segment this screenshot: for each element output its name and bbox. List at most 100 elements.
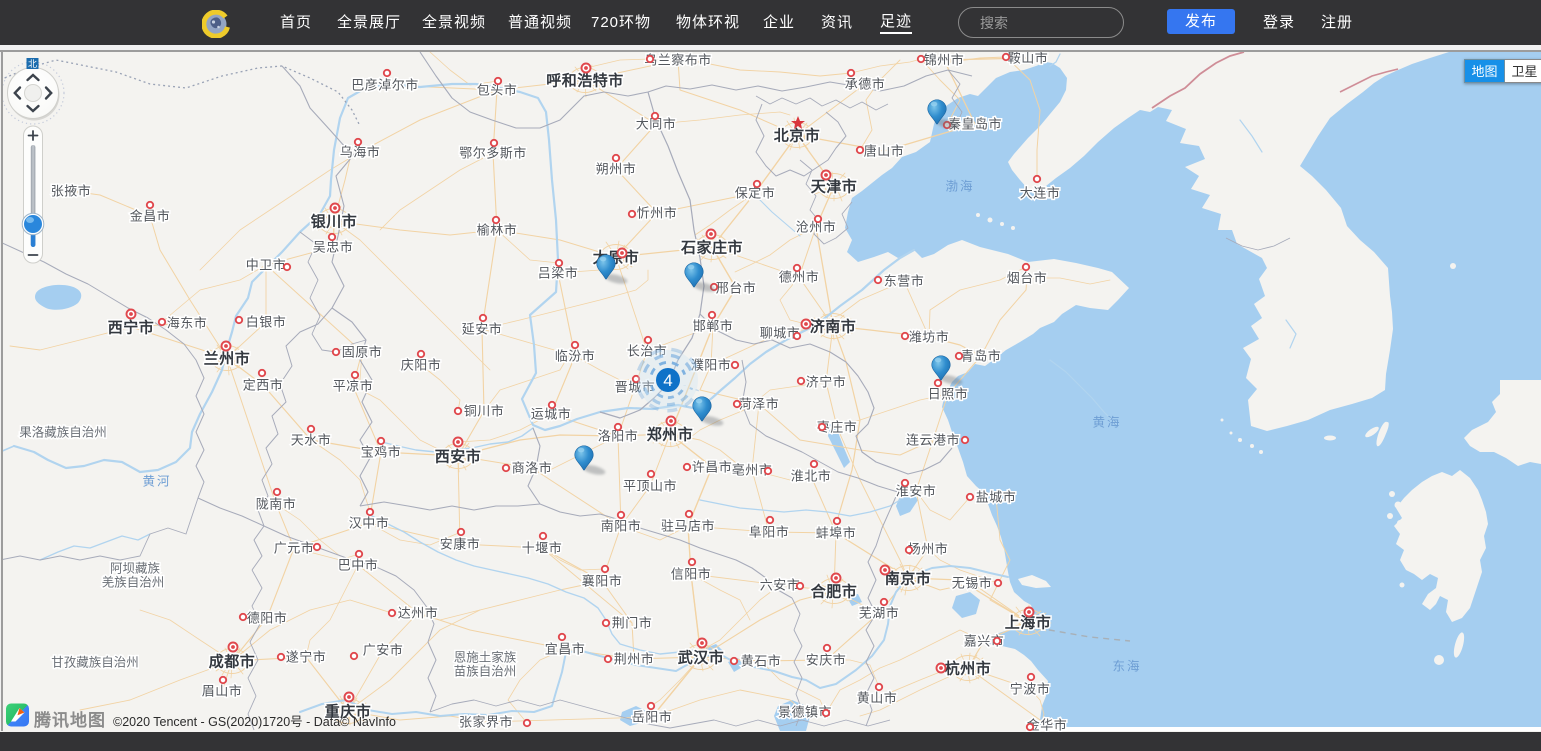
svg-text:临汾市: 临汾市 [555,349,596,364]
svg-text:芜湖市: 芜湖市 [859,606,900,621]
svg-text:达州市: 达州市 [398,606,439,621]
svg-text:邯郸市: 邯郸市 [693,319,734,334]
svg-text:北京市: 北京市 [774,127,821,145]
svg-text:杭州市: 杭州市 [945,660,992,678]
svg-text:广元市: 广元市 [274,541,315,556]
svg-text:吴忠市: 吴忠市 [313,240,354,255]
svg-text:东营市: 东营市 [884,274,925,289]
svg-text:东海: 东海 [1112,659,1141,674]
svg-text:巴中市: 巴中市 [338,558,379,573]
svg-text:阜阳市: 阜阳市 [749,525,790,540]
svg-text:定西市: 定西市 [243,378,284,393]
svg-text:黄山市: 黄山市 [857,691,898,706]
svg-text:保定市: 保定市 [735,186,776,201]
svg-text:德阳市: 德阳市 [247,611,288,626]
svg-text:榆林市: 榆林市 [477,223,518,238]
svg-text:岳阳市: 岳阳市 [632,710,673,725]
svg-text:青岛市: 青岛市 [961,349,1002,364]
svg-text:扬州市: 扬州市 [908,542,949,557]
svg-text:遂宁市: 遂宁市 [286,650,327,665]
svg-text:巴彦淖尔市: 巴彦淖尔市 [351,78,419,93]
svg-text:安康市: 安康市 [440,537,481,552]
svg-text:朔州市: 朔州市 [596,162,637,177]
svg-text:白银市: 白银市 [246,315,287,330]
svg-text:承德市: 承德市 [845,77,886,92]
svg-text:阿坝藏族: 阿坝藏族 [110,562,161,576]
svg-text:南京市: 南京市 [885,570,932,588]
svg-text:菏泽市: 菏泽市 [739,397,780,412]
svg-text:济宁市: 济宁市 [806,375,847,390]
svg-text:连云港市: 连云港市 [906,433,960,448]
svg-text:六安市: 六安市 [760,578,801,593]
svg-text:荆门市: 荆门市 [612,616,653,631]
svg-text:德州市: 德州市 [779,270,820,285]
svg-text:天津市: 天津市 [811,178,858,196]
svg-text:邢台市: 邢台市 [716,281,757,296]
svg-text:盐城市: 盐城市 [976,490,1017,505]
svg-text:4: 4 [663,371,672,390]
svg-text:忻州市: 忻州市 [637,206,678,221]
svg-text:荆州市: 荆州市 [614,652,655,667]
svg-text:淮安市: 淮安市 [896,484,937,499]
svg-text:广安市: 广安市 [363,643,404,658]
svg-text:南阳市: 南阳市 [601,519,642,534]
svg-text:吕梁市: 吕梁市 [538,266,579,281]
svg-text:北: 北 [28,59,37,69]
svg-text:羌族自治州: 羌族自治州 [102,576,165,590]
svg-text:兰州市: 兰州市 [204,350,251,368]
svg-text:天水市: 天水市 [291,433,332,448]
svg-text:黄石市: 黄石市 [741,654,782,669]
svg-text:金昌市: 金昌市 [130,209,171,224]
svg-text:济南市: 济南市 [810,318,857,336]
svg-text:宜昌市: 宜昌市 [545,642,586,657]
svg-text:十堰市: 十堰市 [522,541,563,556]
svg-text:武汉市: 武汉市 [678,649,725,667]
svg-text:呼和浩特市: 呼和浩特市 [546,72,624,90]
svg-text:苗族自治州: 苗族自治州 [454,665,517,679]
svg-text:固原市: 固原市 [342,345,383,360]
svg-text:恩施土家族: 恩施土家族 [454,650,517,665]
svg-text:宝鸡市: 宝鸡市 [361,445,402,460]
svg-text:鞍山市: 鞍山市 [1008,52,1049,66]
svg-text:平顶山市: 平顶山市 [623,479,677,494]
svg-text:张家界市: 张家界市 [459,715,513,730]
svg-text:乌海市: 乌海市 [340,145,381,160]
svg-text:蚌埠市: 蚌埠市 [816,526,857,541]
svg-text:西宁市: 西宁市 [108,319,155,337]
svg-text:潍坊市: 潍坊市 [909,330,950,345]
svg-text:烟台市: 烟台市 [1007,271,1048,286]
svg-text:合肥市: 合肥市 [810,583,858,601]
svg-text:渤海: 渤海 [945,179,974,194]
svg-text:中卫市: 中卫市 [246,258,287,273]
svg-text:锦州市: 锦州市 [924,53,965,68]
svg-text:襄阳市: 襄阳市 [582,574,623,589]
svg-text:银川市: 银川市 [311,213,358,231]
svg-text:平凉市: 平凉市 [333,379,374,394]
svg-text:鄂尔多斯市: 鄂尔多斯市 [459,146,527,161]
svg-text:海东市: 海东市 [167,316,208,331]
svg-text:淮北市: 淮北市 [791,469,832,484]
svg-text:西安市: 西安市 [435,448,482,466]
svg-text:唐山市: 唐山市 [864,144,905,159]
svg-text:无锡市: 无锡市 [952,576,993,591]
svg-text:汉中市: 汉中市 [349,516,390,531]
svg-text:日照市: 日照市 [928,387,969,402]
svg-text:乌兰察布市: 乌兰察布市 [644,53,712,68]
svg-text:许昌市: 许昌市 [692,460,733,475]
svg-text:果洛藏族自治州: 果洛藏族自治州 [19,425,107,440]
svg-text:成都市: 成都市 [209,653,256,671]
svg-text:眉山市: 眉山市 [202,684,243,699]
svg-text:驻马店市: 驻马店市 [661,519,715,534]
svg-text:安庆市: 安庆市 [806,653,847,668]
svg-text:甘孜藏族自治州: 甘孜藏族自治州 [51,656,139,670]
svg-text:商洛市: 商洛市 [512,461,553,476]
svg-text:大连市: 大连市 [1020,186,1061,201]
svg-text:陇南市: 陇南市 [256,497,297,512]
svg-text:延安市: 延安市 [462,322,503,337]
svg-text:庆阳市: 庆阳市 [401,358,442,373]
svg-text:铜川市: 铜川市 [464,404,505,419]
svg-text:信阳市: 信阳市 [671,567,712,582]
svg-text:黄河: 黄河 [142,475,171,489]
svg-text:宁波市: 宁波市 [1010,682,1051,697]
svg-text:郑州市: 郑州市 [647,426,694,444]
